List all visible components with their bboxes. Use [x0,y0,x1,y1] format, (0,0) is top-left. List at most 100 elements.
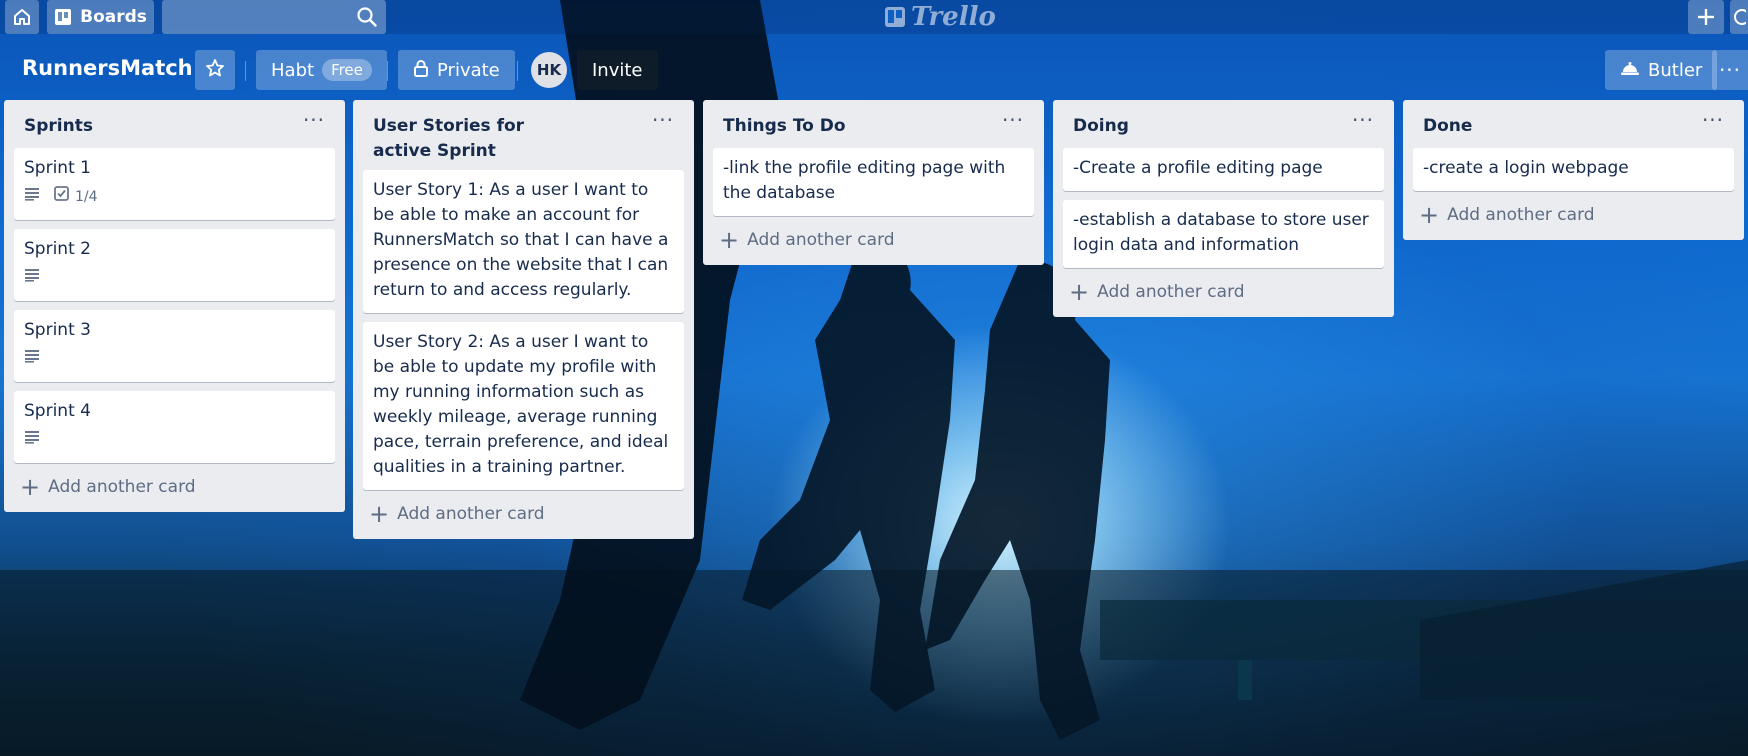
member-avatar[interactable]: HK [531,52,567,88]
home-icon [12,7,32,27]
lock-icon [413,59,429,82]
butler-bell-icon [1620,59,1640,82]
card-badges [24,347,325,372]
card-title: -establish a database to store user logi… [1073,210,1369,255]
card[interactable]: Sprint 4 [14,391,335,463]
list-menu-icon[interactable]: ··· [299,108,329,134]
card[interactable]: -link the profile editing page with the … [713,148,1034,216]
add-card-label: Add another card [1097,282,1245,302]
add-card-label: Add another card [747,230,895,250]
card-title: -create a login webpage [1423,158,1629,178]
description-icon [24,266,40,291]
trello-logo-icon [885,7,905,27]
card[interactable]: Sprint 2 [14,229,335,301]
boards-button[interactable]: Boards [47,0,154,34]
plus-icon: + [20,473,41,501]
create-button[interactable] [1688,0,1724,34]
list-header: Things To Do ··· [713,100,1034,148]
card-title: Sprint 2 [24,239,91,259]
card-title: Sprint 4 [24,401,91,421]
card-title: Sprint 1 [24,158,91,178]
plus-icon: + [1419,201,1440,229]
top-header: Boards Trello [0,0,1748,34]
list-header: Doing ··· [1063,100,1384,148]
checklist-count: 1/4 [75,189,98,205]
board-title[interactable]: RunnersMatch [22,56,193,80]
show-menu-button[interactable]: ··· [1712,50,1748,90]
list-things-to-do: Things To Do ··· -link the profile editi… [703,100,1044,265]
list-header: Sprints ··· [14,100,335,148]
card[interactable]: User Story 2: As a user I want to be abl… [363,322,684,490]
checklist-icon [54,185,69,210]
board-header: RunnersMatch Habt Free Private HK Invite… [0,48,1748,92]
visibility-label: Private [437,59,500,81]
card-badges [24,428,325,453]
card[interactable]: Sprint 3 [14,310,335,382]
add-card-label: Add another card [48,477,196,497]
plus-icon: + [719,226,740,254]
list-header: Done ··· [1413,100,1734,148]
info-button[interactable] [1730,0,1748,34]
card[interactable]: -establish a database to store user logi… [1063,200,1384,268]
invite-button[interactable]: Invite [577,50,658,90]
add-card-button[interactable]: + Add another card [1063,277,1384,317]
search-icon[interactable] [356,6,378,32]
add-card-button[interactable]: + Add another card [14,472,335,512]
card-title: Sprint 3 [24,320,91,340]
header-divider [517,61,518,81]
card-badges [24,266,325,291]
card[interactable]: User Story 1: As a user I want to be abl… [363,170,684,313]
add-card-button[interactable]: + Add another card [713,225,1034,265]
info-icon [1732,7,1746,27]
description-icon [24,347,40,372]
list-title[interactable]: Doing [1073,114,1324,139]
list-menu-icon[interactable]: ··· [1348,108,1378,134]
list-title[interactable]: Things To Do [723,114,974,139]
plus-icon: + [1069,278,1090,306]
butler-label: Butler [1648,59,1703,81]
boards-icon [54,8,72,26]
list-menu-icon[interactable]: ··· [648,108,678,134]
header-divider [245,61,246,81]
list-sprints: Sprints ··· Sprint 1 1/4 Sprint 2 Sprint… [4,100,345,512]
more-icon: ··· [1718,58,1742,82]
butler-button[interactable]: Butler [1605,50,1718,90]
list-user-stories: User Stories for active Sprint ··· User … [353,100,694,539]
card[interactable]: -Create a profile editing page [1063,148,1384,191]
header-divider [387,61,388,81]
boards-label: Boards [80,7,147,27]
card[interactable]: -create a login webpage [1413,148,1734,191]
list-title[interactable]: Sprints [24,114,275,139]
card-badges: 1/4 [24,185,325,210]
team-plan-badge: Free [322,59,372,81]
search-input[interactable] [162,0,386,34]
description-icon [24,428,40,453]
add-card-label: Add another card [397,504,545,524]
list-title[interactable]: Done [1423,114,1674,139]
logo-text: Trello [911,2,996,32]
list-menu-icon[interactable]: ··· [998,108,1028,134]
star-button[interactable] [195,50,235,90]
invite-label: Invite [592,59,643,81]
team-button[interactable]: Habt Free [256,50,387,90]
list-title[interactable]: User Stories for active Sprint [373,114,563,164]
card-title: User Story 1: As a user I want to be abl… [373,180,669,300]
card-title: -Create a profile editing page [1073,158,1323,178]
team-name: Habt [271,59,315,81]
add-card-button[interactable]: + Add another card [363,499,684,539]
plus-icon: + [369,500,390,528]
list-menu-icon[interactable]: ··· [1698,108,1728,134]
add-card-button[interactable]: + Add another card [1413,200,1734,240]
plus-icon [1696,7,1716,27]
card-title: User Story 2: As a user I want to be abl… [373,332,669,477]
checklist-badge: 1/4 [54,185,98,210]
add-card-label: Add another card [1447,205,1595,225]
home-button[interactable] [5,0,39,34]
list-done: Done ··· -create a login webpage + Add a… [1403,100,1744,240]
card[interactable]: Sprint 1 1/4 [14,148,335,220]
description-icon [24,185,40,210]
trello-logo[interactable]: Trello [884,2,996,32]
visibility-button[interactable]: Private [398,50,515,90]
list-doing: Doing ··· -Create a profile editing page… [1053,100,1394,317]
list-header: User Stories for active Sprint ··· [363,100,684,170]
